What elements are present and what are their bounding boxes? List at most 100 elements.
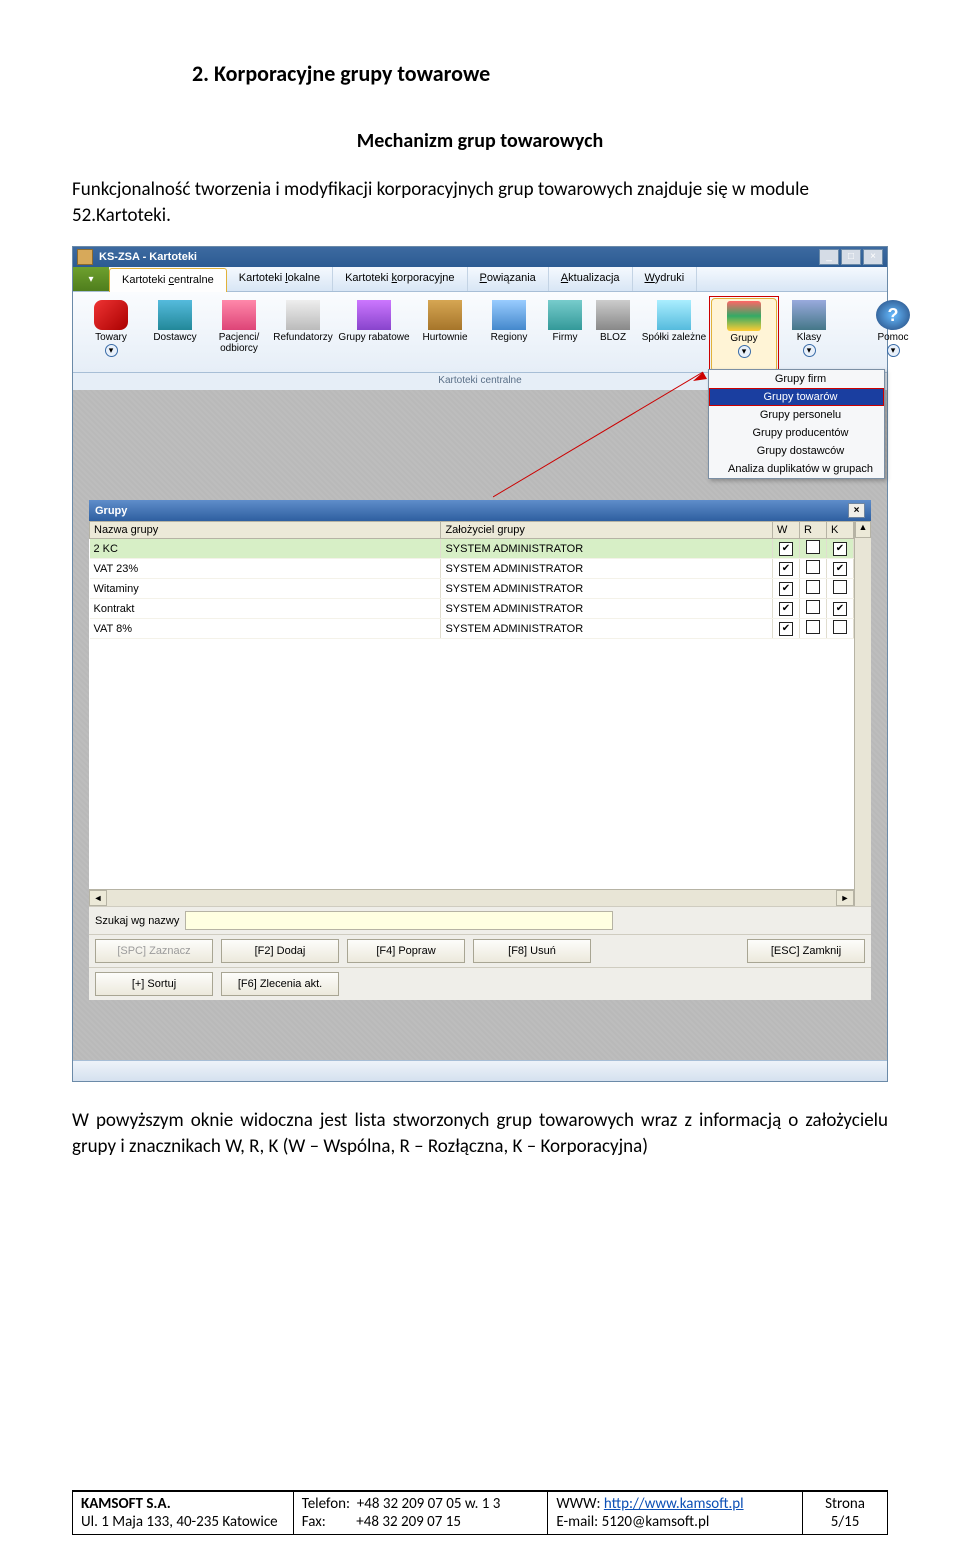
scroll-up-button[interactable]: ▲ bbox=[855, 521, 871, 538]
checkbox-icon: ✔ bbox=[779, 622, 793, 636]
description-paragraph: W powyższym okniе widoczna jest lista st… bbox=[72, 1108, 888, 1159]
dd-grupy-dostawcow[interactable]: Grupy dostawców bbox=[709, 442, 884, 460]
checkbox-icon: ✔ bbox=[833, 542, 847, 556]
col-zalozyciel[interactable]: Założyciel grupy bbox=[441, 522, 773, 539]
checkbox-icon bbox=[833, 620, 847, 634]
menu-kartoteki-centralne[interactable]: Kartoteki centralne bbox=[109, 268, 227, 292]
col-w[interactable]: W bbox=[773, 522, 800, 539]
app-window: KS-ZSA - Kartoteki _ □ × ▾ Kartoteki cen… bbox=[72, 246, 888, 1082]
col-nazwa[interactable]: Nazwa grupy bbox=[90, 522, 441, 539]
checkbox-icon: ✔ bbox=[779, 562, 793, 576]
scroll-left-button[interactable]: ◄ bbox=[89, 890, 107, 906]
table-row[interactable]: 2 KCSYSTEM ADMINISTRATOR✔✔ bbox=[90, 539, 854, 559]
page-footer: KAMSOFT S.A. Ul. 1 Maja 133, 40-235 Kato… bbox=[72, 1490, 888, 1535]
ribbon-firmy[interactable]: Firmy bbox=[541, 298, 589, 372]
footer-page-label: Strona bbox=[825, 1495, 865, 1513]
col-k[interactable]: K bbox=[827, 522, 854, 539]
footer-www-label: WWW: bbox=[556, 1495, 603, 1513]
ribbon-bloz[interactable]: BLOZ bbox=[589, 298, 637, 372]
horizontal-scrollbar[interactable]: ◄ ► bbox=[89, 889, 854, 906]
dropdown-indicator-icon[interactable]: ▾ bbox=[738, 345, 751, 358]
ribbon-hurtownie[interactable]: Hurtownie bbox=[413, 298, 477, 372]
grupy-dropdown: Grupy firm Grupy towarów Grupy personelu… bbox=[708, 369, 885, 479]
section-subtitle: Mechanizm grup towarowych bbox=[72, 129, 888, 153]
checkbox-icon bbox=[806, 620, 820, 634]
menu-kartoteki-lokalne[interactable]: Kartoteki lokalne bbox=[227, 267, 333, 291]
ribbon-regiony[interactable]: Regiony bbox=[477, 298, 541, 372]
ribbon-dostawcy[interactable]: Dostawcy bbox=[143, 298, 207, 372]
panel-close-button[interactable]: × bbox=[848, 503, 865, 518]
checkbox-icon bbox=[806, 560, 820, 574]
patients-icon bbox=[222, 300, 256, 330]
table-row[interactable]: KontraktSYSTEM ADMINISTRATOR✔✔ bbox=[90, 599, 854, 619]
dd-grupy-personelu[interactable]: Grupy personelu bbox=[709, 406, 884, 424]
ribbon: Towary▾ Dostawcy Pacjenci/ odbiorcy Refu… bbox=[73, 292, 887, 373]
table-header: Nazwa grupy Założyciel grupy W R K bbox=[90, 522, 854, 539]
zamknij-button[interactable]: [ESC] Zamknij bbox=[747, 939, 865, 963]
dd-grupy-towarow[interactable]: Grupy towarów bbox=[709, 388, 884, 406]
ribbon-klasy[interactable]: Klasy▾ bbox=[777, 298, 841, 372]
col-r[interactable]: R bbox=[800, 522, 827, 539]
checkbox-icon bbox=[806, 600, 820, 614]
truck-icon bbox=[158, 300, 192, 330]
checkbox-icon bbox=[806, 580, 820, 594]
popraw-button[interactable]: [F4] Popraw bbox=[347, 939, 465, 963]
table-row[interactable]: VAT 8%SYSTEM ADMINISTRATOR✔ bbox=[90, 619, 854, 639]
dd-grupy-firm[interactable]: Grupy firm bbox=[709, 370, 884, 388]
menu-kartoteki-korporacyjne[interactable]: Kartoteki korporacyjne bbox=[333, 267, 467, 291]
menu-powiazania[interactable]: Powiązania bbox=[468, 267, 549, 291]
minimize-button[interactable]: _ bbox=[819, 249, 839, 265]
ribbon-spolki[interactable]: Spółki zależne bbox=[637, 298, 711, 372]
ribbon-pacjenci[interactable]: Pacjenci/ odbiorcy bbox=[207, 298, 271, 372]
subsidiaries-icon bbox=[657, 300, 691, 330]
refund-icon bbox=[286, 300, 320, 330]
menu-wydruki[interactable]: Wydruki bbox=[633, 267, 698, 291]
ribbon-pomoc[interactable]: ?Pomoc▾ bbox=[861, 298, 925, 372]
scroll-right-button[interactable]: ► bbox=[836, 890, 854, 906]
sortuj-button[interactable]: [+] Sortuj bbox=[95, 972, 213, 996]
warehouse-icon bbox=[428, 300, 462, 330]
footer-tel: +48 32 209 07 05 w. 1 3 bbox=[357, 1495, 501, 1513]
dd-grupy-producentow[interactable]: Grupy producentów bbox=[709, 424, 884, 442]
ribbon-towary[interactable]: Towary▾ bbox=[79, 298, 143, 372]
companies-icon bbox=[548, 300, 582, 330]
intro-paragraph: Funkcjonalność tworzenia i modyfikacji k… bbox=[72, 177, 888, 228]
footer-email-label: E-mail: bbox=[556, 1513, 601, 1531]
footer-www-link[interactable]: http://www.kamsoft.pl bbox=[604, 1495, 744, 1513]
ribbon-grupy-rabatowe[interactable]: Grupy rabatowe bbox=[335, 298, 413, 372]
menu-aktualizacja[interactable]: Aktualizacja bbox=[549, 267, 633, 291]
grid-empty-area bbox=[89, 639, 854, 889]
vertical-scrollbar[interactable]: ▲ bbox=[854, 521, 871, 906]
maximize-button[interactable]: □ bbox=[841, 249, 861, 265]
checkbox-icon bbox=[806, 540, 820, 554]
dd-analiza-duplikatow[interactable]: Analiza duplikatów w grupach bbox=[709, 460, 884, 478]
checkbox-icon bbox=[833, 580, 847, 594]
checkbox-icon: ✔ bbox=[779, 542, 793, 556]
footer-email: 5120@kamsoft.pl bbox=[602, 1513, 710, 1531]
ribbon-grupy[interactable]: Grupy▾ Grupy firm Grupy towarów Grupy pe… bbox=[711, 298, 777, 372]
dodaj-button[interactable]: [F2] Dodaj bbox=[221, 939, 339, 963]
regions-icon bbox=[492, 300, 526, 330]
checkbox-icon: ✔ bbox=[779, 602, 793, 616]
zlecenia-button[interactable]: [F6] Zlecenia akt. bbox=[221, 972, 339, 996]
footer-fax: +48 32 209 07 15 bbox=[356, 1513, 461, 1531]
dropdown-indicator-icon[interactable]: ▾ bbox=[887, 344, 900, 357]
dropdown-indicator-icon[interactable]: ▾ bbox=[105, 344, 118, 357]
footer-company: KAMSOFT S.A. bbox=[81, 1495, 171, 1513]
table-row[interactable]: VAT 23%SYSTEM ADMINISTRATOR✔✔ bbox=[90, 559, 854, 579]
zaznacz-button[interactable]: [SPC] Zaznacz bbox=[95, 939, 213, 963]
ribbon-refundatorzy[interactable]: Refundatorzy bbox=[271, 298, 335, 372]
search-input[interactable] bbox=[185, 911, 613, 930]
app-menu-button[interactable]: ▾ bbox=[73, 267, 109, 291]
grupy-panel: Grupy × Nazwa grupy Założyciel grupy W R bbox=[89, 500, 871, 1000]
footer-address: Ul. 1 Maja 133, 40-235 Katowice bbox=[81, 1513, 278, 1531]
discount-groups-icon bbox=[357, 300, 391, 330]
menubar: ▾ Kartoteki centralne Kartoteki lokalne … bbox=[73, 267, 887, 292]
footer-page-number: 5/15 bbox=[831, 1513, 860, 1531]
usun-button[interactable]: [F8] Usuń bbox=[473, 939, 591, 963]
window-title: KS-ZSA - Kartoteki bbox=[99, 251, 819, 263]
close-button[interactable]: × bbox=[863, 249, 883, 265]
dropdown-indicator-icon[interactable]: ▾ bbox=[803, 344, 816, 357]
classes-icon bbox=[792, 300, 826, 330]
table-row[interactable]: WitaminySYSTEM ADMINISTRATOR✔ bbox=[90, 579, 854, 599]
